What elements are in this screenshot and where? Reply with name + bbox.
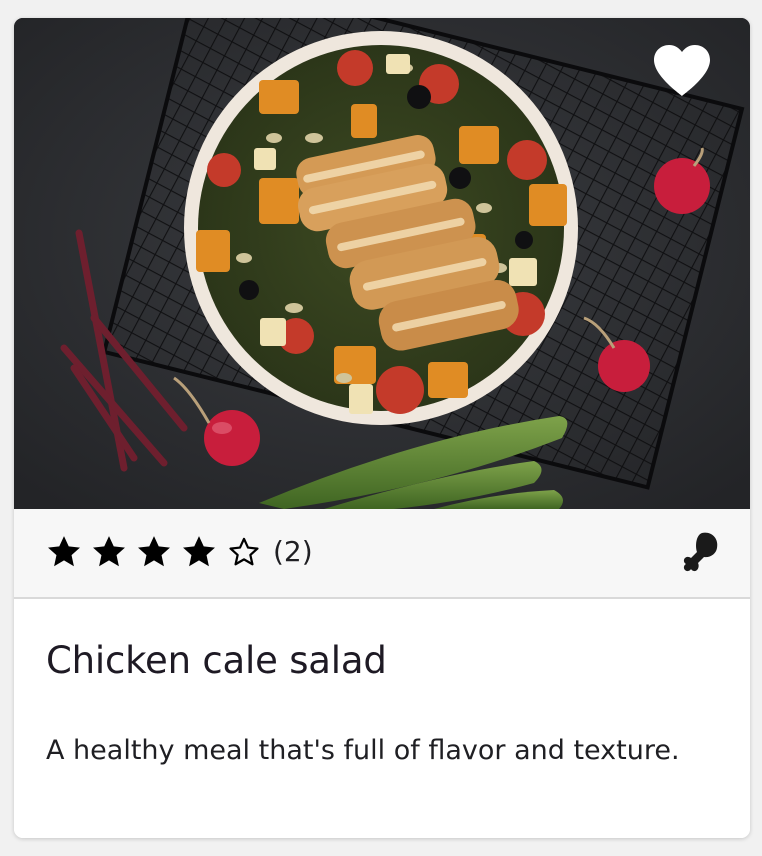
star-rating[interactable]: (2) [46,535,313,569]
salad-photo-illustration [14,18,750,509]
rating-bar: (2) [14,509,750,599]
recipe-title[interactable]: Chicken cale salad [46,639,387,682]
card-content: Chicken cale salad A healthy meal that's… [14,599,750,838]
rating-count: (2) [273,535,313,568]
recipe-description: A healthy meal that's full of flavor and… [46,735,680,766]
star-filled-icon[interactable] [46,535,82,569]
heart-icon [652,44,712,98]
star-filled-icon[interactable] [91,535,127,569]
recipe-photo [14,18,750,509]
favorite-button[interactable] [652,44,712,98]
recipe-card[interactable]: (2) Chicken cale salad A healthy meal th… [14,18,750,838]
star-outline-icon[interactable] [226,535,262,569]
drumstick-icon [678,529,720,575]
star-filled-icon[interactable] [181,535,217,569]
star-filled-icon[interactable] [136,535,172,569]
